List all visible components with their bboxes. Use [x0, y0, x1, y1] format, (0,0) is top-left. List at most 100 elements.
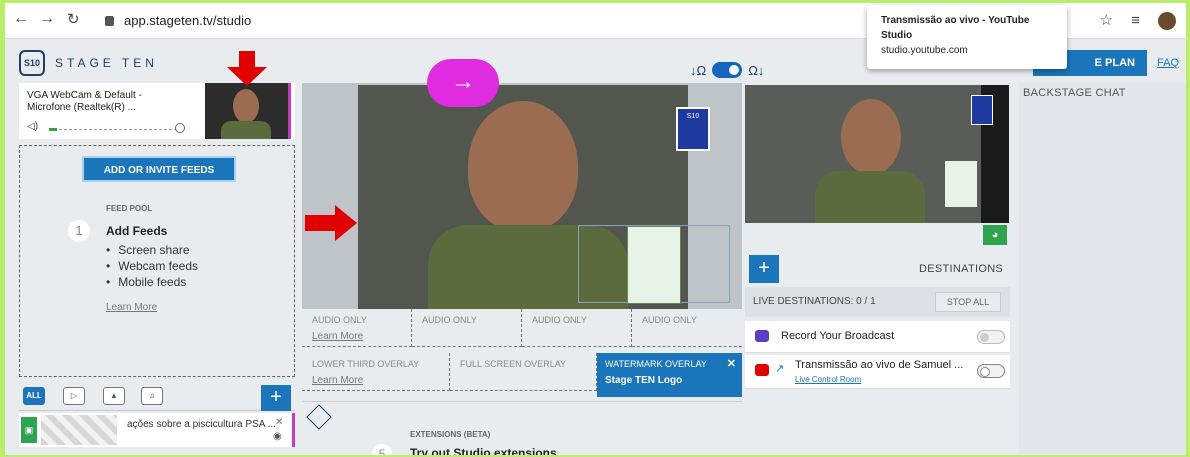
add-media-button[interactable]: +	[261, 385, 291, 411]
stage-panel: S10 AUDIO ONLY Learn More AUDIO ONLY AUD…	[302, 83, 742, 455]
record-toggle[interactable]	[977, 330, 1005, 344]
back-arrow-icon[interactable]: ←	[13, 10, 29, 28]
webcam-thumbnail[interactable]	[205, 83, 291, 139]
full-screen-slot[interactable]: FULL SCREEN OVERLAY	[450, 353, 597, 391]
volume-track	[59, 129, 177, 130]
audio-only-slot[interactable]: AUDIO ONLY Learn More	[302, 309, 412, 347]
record-row: Record Your Broadcast	[745, 321, 1010, 353]
video-face	[468, 101, 578, 231]
watermark-logo-icon: S10	[676, 107, 710, 151]
list-item: Screen share	[106, 242, 198, 258]
annotation-arrow-right-icon	[305, 205, 357, 241]
go-live-arrow-icon[interactable]: →	[427, 59, 499, 107]
full-screen-label: FULL SCREEN OVERLAY	[460, 359, 567, 369]
audio-only-label: AUDIO ONLY	[642, 315, 697, 325]
volume-knob[interactable]	[175, 123, 185, 133]
live-watermark-icon	[971, 95, 993, 125]
brand-name: STAGE TEN	[55, 56, 158, 70]
youtube-row: ↗ Transmissão ao vivo de Samuel ... Live…	[745, 355, 1010, 389]
close-icon[interactable]: ✕	[275, 417, 283, 428]
youtube-toggle[interactable]	[977, 364, 1005, 378]
audio-tab-icon[interactable]: ♫	[141, 387, 163, 405]
media-tabs: ALL ▷ ▲ ♫ +	[19, 383, 295, 411]
add-destination-button[interactable]: +	[749, 255, 779, 283]
layers-icon[interactable]	[306, 404, 332, 430]
tab-tooltip: Transmissão ao vivo - YouTube Studio stu…	[867, 5, 1067, 69]
extensions-title: EXTENSIONS (BETA)	[410, 430, 491, 439]
record-icon	[755, 330, 769, 342]
address-bar[interactable]: app.stageten.tv/studio	[105, 9, 865, 33]
volume-slider[interactable]: ◁)	[27, 121, 187, 134]
lower-third-label: LOWER THIRD OVERLAY	[312, 359, 420, 369]
step-number: 1	[68, 220, 90, 242]
audio-only-slot[interactable]: AUDIO ONLY	[412, 309, 522, 347]
speed-gauge-icon[interactable]: ◕	[983, 225, 1007, 245]
volume-level	[49, 128, 57, 131]
destinations-title: DESTINATIONS	[919, 263, 1004, 275]
live-screen-share	[945, 161, 977, 207]
app-window: ← → ↻ app.stageten.tv/studio ☆ ≡ Transmi…	[5, 3, 1186, 455]
live-preview	[745, 85, 1009, 223]
tooltip-domain: studio.youtube.com	[881, 45, 968, 56]
source-card[interactable]: VGA WebCam & Default - Microfone (Realte…	[19, 83, 295, 139]
list-item: Webcam feeds	[106, 258, 198, 274]
learn-more-link[interactable]: Learn More	[312, 331, 401, 342]
youtube-icon	[755, 364, 769, 376]
speaker-icon[interactable]: ◁)	[27, 121, 38, 132]
thumbnail-face	[233, 89, 259, 123]
step-title: Add Feeds	[106, 224, 168, 238]
audio-only-slot[interactable]: AUDIO ONLY	[522, 309, 632, 347]
close-icon[interactable]: ✕	[727, 357, 736, 370]
add-feeds-button[interactable]: ADD OR INVITE FEEDS	[82, 156, 236, 182]
video-tab-icon[interactable]: ▷	[63, 387, 85, 405]
live-video	[745, 85, 981, 223]
logo-icon: S10	[19, 50, 45, 76]
media-label: ações sobre a piscicultura PSA ...	[127, 419, 276, 430]
stage-preview[interactable]: S10	[302, 83, 742, 309]
monitor-toggle[interactable]	[712, 62, 743, 78]
media-control-icon[interactable]: ≡	[1131, 12, 1140, 29]
live-face	[841, 99, 901, 175]
extensions-section: EXTENSIONS (BETA) 5 Try out Studio exten…	[302, 401, 742, 455]
watermark-name: Stage TEN Logo	[605, 375, 683, 386]
reload-icon[interactable]: ↻	[67, 10, 80, 28]
learn-more-link[interactable]: Learn More	[106, 302, 157, 313]
stop-all-button[interactable]: STOP ALL	[935, 292, 1001, 312]
audio-monitor-switch[interactable]: ↓Ω Ω↓	[690, 62, 764, 78]
list-item[interactable]: ▣ ações sobre a piscicultura PSA ... ✕ ◉	[19, 413, 295, 447]
learn-more-link[interactable]: Learn More	[312, 375, 439, 386]
left-panel: VGA WebCam & Default - Microfone (Realte…	[19, 83, 295, 455]
brand-logo[interactable]: S10 STAGE TEN	[19, 50, 158, 76]
eye-icon[interactable]: ◉	[273, 431, 282, 442]
audio-only-label: AUDIO ONLY	[312, 315, 367, 325]
avatar[interactable]	[1158, 12, 1176, 31]
star-icon[interactable]: ☆	[1099, 12, 1112, 29]
screen-share-thumbnail	[627, 226, 681, 304]
faq-link[interactable]: FAQ	[1157, 57, 1179, 69]
list-item: Mobile feeds	[106, 274, 198, 290]
audio-only-slot[interactable]: AUDIO ONLY	[632, 309, 742, 347]
live-count-row: LIVE DESTINATIONS: 0 / 1 STOP ALL	[745, 287, 1010, 317]
source-label: VGA WebCam & Default - Microfone (Realte…	[27, 90, 142, 113]
audio-only-label: AUDIO ONLY	[532, 315, 587, 325]
lower-third-slot[interactable]: LOWER THIRD OVERLAY Learn More	[302, 353, 450, 391]
chat-title: BACKSTAGE CHAT	[1023, 87, 1126, 99]
youtube-label: Transmissão ao vivo de Samuel ...	[795, 359, 964, 371]
annotation-arrow-down-icon	[227, 51, 267, 86]
backstage-chat: BACKSTAGE CHAT	[1019, 83, 1186, 455]
tab-all[interactable]: ALL	[23, 387, 45, 405]
media-thumbnail	[41, 415, 117, 445]
watermark-slot[interactable]: WATERMARK OVERLAY Stage TEN Logo ✕	[597, 353, 742, 397]
image-tab-icon[interactable]: ▲	[103, 387, 125, 405]
screen-share-overlay[interactable]	[578, 225, 730, 304]
external-link-icon[interactable]: ↗	[775, 362, 784, 375]
live-shirt	[815, 171, 925, 223]
record-label: Record Your Broadcast	[781, 330, 895, 342]
headphones-on-icon: Ω↓	[748, 62, 765, 78]
live-control-room-link[interactable]: Live Control Room	[795, 375, 861, 384]
destinations-panel: ◕ + DESTINATIONS LIVE DESTINATIONS: 0 / …	[745, 83, 1010, 455]
live-count: LIVE DESTINATIONS: 0 / 1	[753, 296, 876, 307]
forward-arrow-icon[interactable]: →	[39, 10, 55, 28]
tooltip-title: Transmissão ao vivo - YouTube Studio	[881, 15, 1030, 41]
browser-actions: ☆ ≡	[1085, 11, 1176, 31]
